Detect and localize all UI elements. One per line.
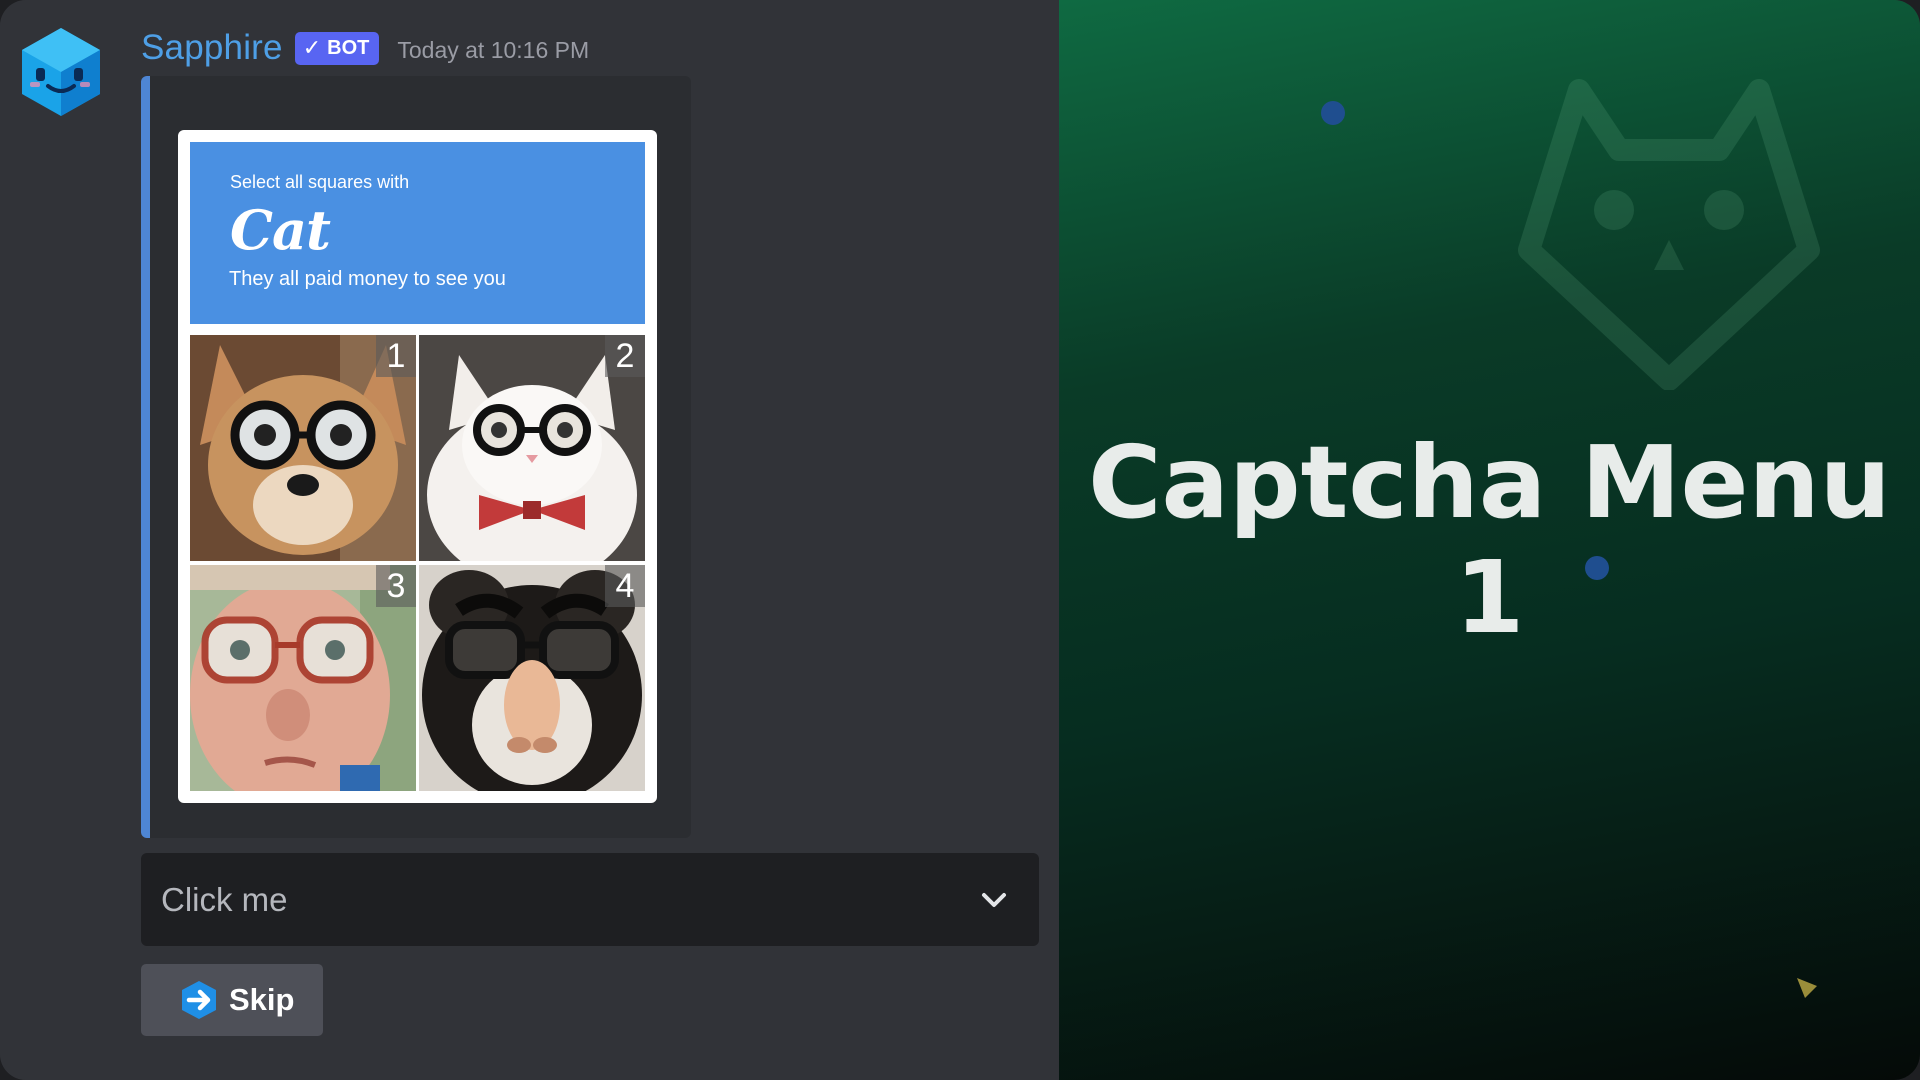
panel-title-line1: Captcha Menu [1088, 424, 1891, 541]
tile-number: 1 [376, 335, 416, 377]
captcha-image[interactable]: Select all squares with Cat They all pai… [178, 130, 657, 803]
skip-button-label: Skip [229, 982, 295, 1017]
captcha-target-word: Cat [230, 198, 331, 262]
message-header: Sapphire ✓ BOT Today at 10:16 PM [141, 24, 589, 72]
decorative-triangle-icon [1797, 978, 1817, 998]
select-menu[interactable]: Click me [141, 853, 1039, 946]
skip-button[interactable]: Skip [141, 964, 323, 1036]
discord-message-area: Sapphire ✓ BOT Today at 10:16 PM Select … [0, 0, 1059, 1080]
tile-number: 2 [605, 335, 645, 377]
captcha-subtitle: They all paid money to see you [229, 268, 506, 290]
captcha-tile-4[interactable]: 4 [419, 565, 645, 791]
captcha-tile-3[interactable]: 3 [190, 565, 416, 791]
captcha-tile-2[interactable]: 2 [419, 335, 645, 561]
bot-badge: ✓ BOT [294, 31, 380, 65]
select-placeholder: Click me [161, 880, 288, 918]
arrow-right-icon [182, 981, 216, 1019]
panel-title-line2: 1 [1454, 539, 1525, 656]
captcha-header: Select all squares with Cat They all pai… [190, 142, 645, 324]
screenshot-frame: Sapphire ✓ BOT Today at 10:16 PM Select … [0, 0, 1920, 1080]
username[interactable]: Sapphire [141, 28, 283, 68]
verified-check-icon: ✓ [302, 35, 322, 60]
captcha-instruction: Select all squares with [230, 172, 410, 192]
bot-badge-label: BOT [327, 36, 370, 59]
chevron-down-icon[interactable] [977, 883, 1011, 917]
captcha-tile-1[interactable]: 1 [190, 335, 416, 561]
panel-title: Captcha Menu 1 [1059, 425, 1920, 655]
decorative-dot [1321, 101, 1345, 125]
tile-number: 3 [376, 565, 416, 607]
bot-avatar[interactable] [18, 26, 104, 118]
timestamp: Today at 10:16 PM [397, 36, 590, 63]
background-logo-icon [1518, 79, 1820, 390]
tile-number: 4 [605, 565, 645, 607]
embed-accent-bar [141, 76, 150, 838]
title-panel: Captcha Menu 1 [1059, 0, 1920, 1080]
